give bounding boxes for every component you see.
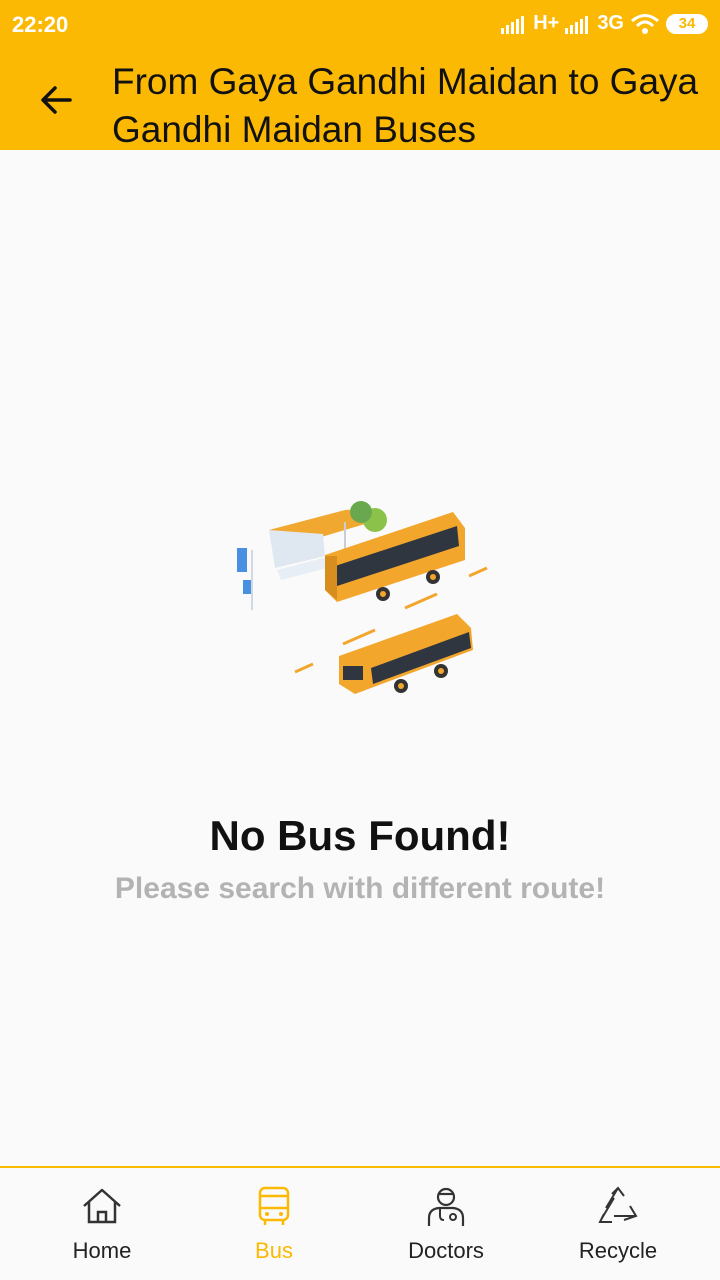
signal-icon: [501, 15, 525, 34]
status-icons: H+ 3G 34: [501, 12, 708, 35]
status-time: 22:20: [12, 12, 69, 37]
arrow-left-icon: [41, 86, 72, 114]
back-button[interactable]: [28, 72, 84, 128]
network-type-1: H+: [533, 12, 560, 34]
bus-illustration: [237, 501, 488, 694]
status-bar: 22:20 H+ 3G 34: [0, 0, 720, 50]
nav-label-doctors: Doctors: [408, 1238, 484, 1263]
bus-icon: [258, 1186, 290, 1225]
nav-label-recycle: Recycle: [578, 1238, 658, 1263]
nav-item-home[interactable]: Home: [12, 1168, 192, 1280]
empty-state-title: No Bus Found!: [209, 812, 511, 859]
empty-state-subtitle: Please search with different route!: [114, 872, 606, 905]
network-type-2: 3G: [597, 12, 624, 34]
battery-icon: 34: [666, 13, 708, 34]
main-content: No Bus Found! Please search with differe…: [0, 150, 720, 1166]
signal-icon: [565, 15, 589, 34]
bottom-navigation: Home Bus Doctors Recycle: [0, 1166, 720, 1280]
nav-item-doctors[interactable]: Doctors: [356, 1168, 536, 1280]
nav-label-bus: Bus: [255, 1238, 293, 1263]
doctor-icon: [427, 1187, 465, 1226]
home-icon: [83, 1188, 121, 1224]
nav-item-recycle[interactable]: Recycle: [528, 1168, 708, 1280]
app-bar: From Gaya Gandhi Maidan to Gaya Gandhi M…: [0, 50, 720, 150]
nav-label-home: Home: [72, 1238, 132, 1263]
nav-item-bus[interactable]: Bus: [184, 1168, 364, 1280]
wifi-icon: [631, 13, 659, 34]
recycle-icon: [598, 1186, 638, 1223]
page-title: From Gaya Gandhi Maidan to Gaya Gandhi M…: [112, 61, 699, 150]
